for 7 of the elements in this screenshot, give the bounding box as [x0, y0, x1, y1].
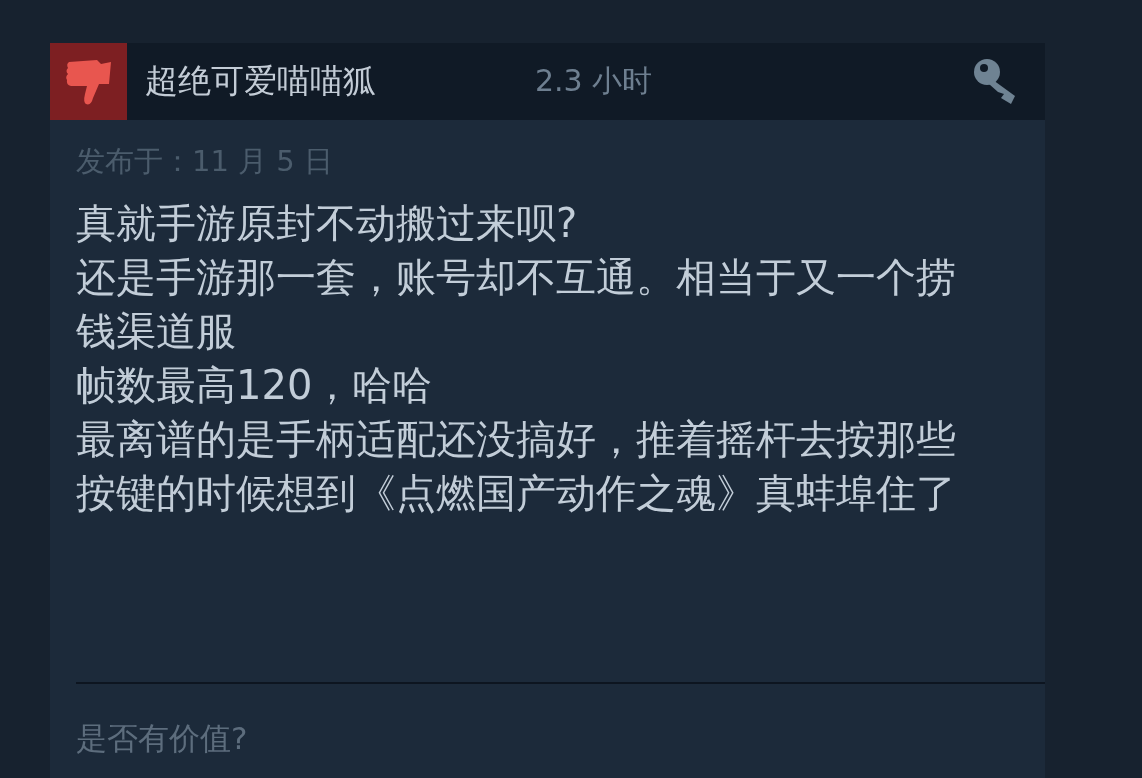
review-text: 帧数最高120，哈哈 [76, 361, 434, 410]
review-text: 还是手游那一套，账号却不互通。相当于又一个捞钱渠道服 [76, 253, 957, 356]
author-name[interactable]: 超绝可爱喵喵狐 [145, 59, 535, 104]
review-text: 最离谱的是手柄适配还没搞好，推着摇杆去按那些按键的时候想到《点燃国产动作之魂》真蚌埠住了 [76, 415, 957, 518]
playtime: 2.3 小时 [535, 62, 654, 100]
helpful-prompt: 是否有价值? [76, 719, 249, 758]
review-text: 真就手游原封不动搬过来呗? [76, 199, 579, 248]
